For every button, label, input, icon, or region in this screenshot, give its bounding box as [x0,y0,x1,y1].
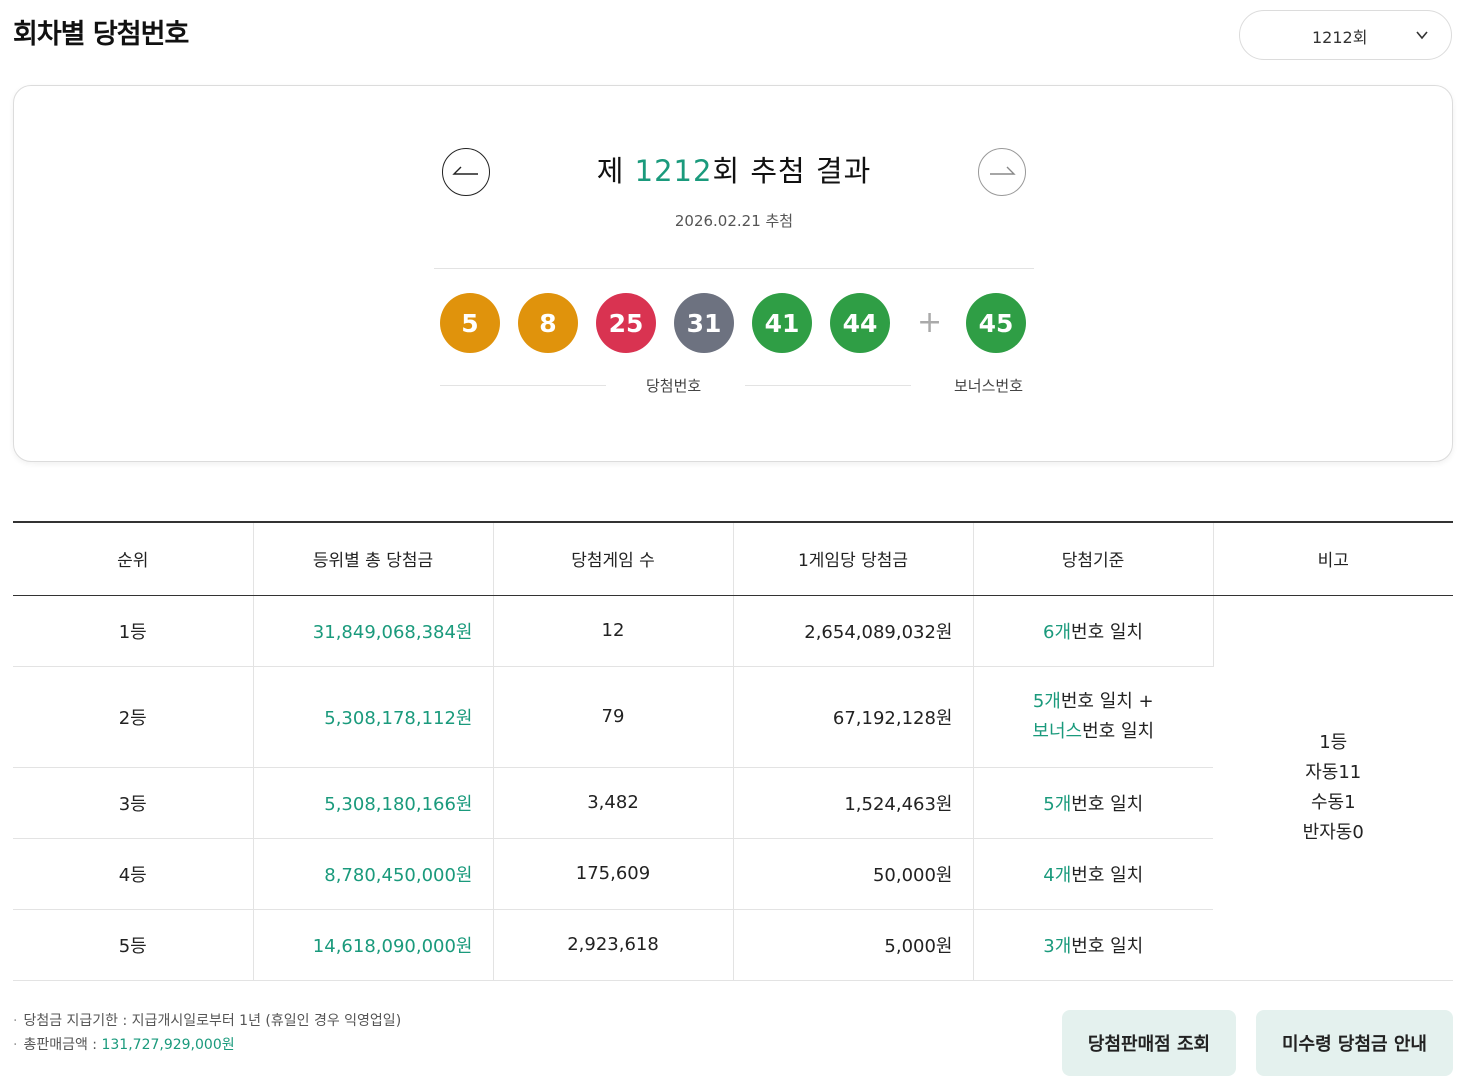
games-cell: 175,609 [493,838,734,910]
per-game-cell: 67,192,128원 [733,666,974,768]
col-header-criteria: 당첨기준 [973,521,1214,596]
plus-icon: + [917,305,943,340]
prize-table: 순위 등위별 총 당첨금 당첨게임 수 1게임당 당첨금 당첨기준 비고 1등 … [13,521,1453,981]
criteria-cell: 3개번호 일치 [973,909,1213,981]
winning-numbers-label: 당첨번호 [646,377,702,395]
total-prize-cell: 31,849,068,384원 [253,595,494,667]
divider [440,385,606,386]
next-round-button[interactable] [978,148,1026,196]
draw-title-suffix: 회 추첨 결과 [712,154,872,188]
total-prize-cell: 8,780,450,000원 [253,838,494,910]
payment-deadline-note: · 당첨금 지급기한 : 지급개시일로부터 1년 (휴일인 경우 익영업일) [13,1013,402,1029]
total-prize-cell: 14,618,090,000원 [253,909,494,981]
rank-cell: 1등 [13,595,254,667]
criteria-cell: 6개번호 일치 [973,595,1214,667]
divider [745,385,911,386]
col-header-total-prize: 등위별 총 당첨금 [253,521,494,596]
bonus-ball: 45 [966,293,1026,353]
per-game-cell: 2,654,089,032원 [733,595,974,667]
criteria-cell: 4개번호 일치 [973,838,1213,910]
unclaimed-prize-info-button[interactable]: 미수령 당첨금 안내 [1256,1010,1453,1076]
total-prize-cell: 5,308,178,112원 [253,666,494,768]
col-header-rank: 순위 [13,521,254,596]
col-header-prize-per-game: 1게임당 당첨금 [733,521,974,596]
note-cell: 1등 자동11 수동1 반자동0 [1213,595,1453,981]
rank-cell: 2등 [13,666,254,768]
draw-round-number: 1212 [634,154,713,188]
bonus-number-label: 보너스번호 [954,377,1024,395]
table-header-row: 순위 등위별 총 당첨금 당첨게임 수 1게임당 당첨금 당첨기준 비고 [13,521,1453,596]
draw-date: 2026.02.21 추첨 [674,212,794,230]
games-cell: 12 [493,595,734,667]
divider [434,268,1034,269]
games-cell: 79 [493,666,734,768]
games-cell: 2,923,618 [493,909,734,981]
criteria-cell: 5개번호 일치 [973,767,1213,839]
winning-store-lookup-button[interactable]: 당첨판매점 조회 [1062,1010,1236,1076]
total-prize-cell: 5,308,180,166원 [253,767,494,839]
per-game-cell: 5,000원 [733,909,974,981]
table-row: 1등 31,849,068,384원 12 2,654,089,032원 6개번… [13,595,1453,981]
col-header-note: 비고 [1213,521,1453,596]
chevron-down-icon [1416,31,1428,40]
games-cell: 3,482 [493,767,734,839]
total-sales-note: · 총판매금액 : 131,727,929,000원 [13,1037,235,1053]
criteria-cell: 5개번호 일치 + 보너스번호 일치 [973,666,1213,768]
winning-ball: 31 [674,293,734,353]
rank-cell: 4등 [13,838,254,910]
round-select[interactable]: 1212회 [1239,10,1452,60]
round-select-value: 1212회 [1312,28,1368,47]
rank-cell: 3등 [13,767,254,839]
arrow-right-icon [990,166,1016,175]
winning-ball: 8 [518,293,578,353]
draw-title-prefix: 제 [596,154,635,188]
per-game-cell: 1,524,463원 [733,767,974,839]
footnotes: · 당첨금 지급기한 : 지급개시일로부터 1년 (휴일인 경우 익영업일) · 총… [13,1009,401,1057]
winning-ball: 5 [440,293,500,353]
draw-title: 제 1212회 추첨 결과 [14,148,1454,190]
page-title: 회차별 당첨번호 [13,19,189,50]
winning-ball: 41 [752,293,812,353]
col-header-winning-games: 당첨게임 수 [493,521,734,596]
rank-cell: 5등 [13,909,254,981]
winning-ball: 25 [596,293,656,353]
per-game-cell: 50,000원 [733,838,974,910]
winning-ball: 44 [830,293,890,353]
draw-result-card: 제 1212회 추첨 결과 2026.02.21 추첨 5 8 25 31 41… [13,85,1453,462]
